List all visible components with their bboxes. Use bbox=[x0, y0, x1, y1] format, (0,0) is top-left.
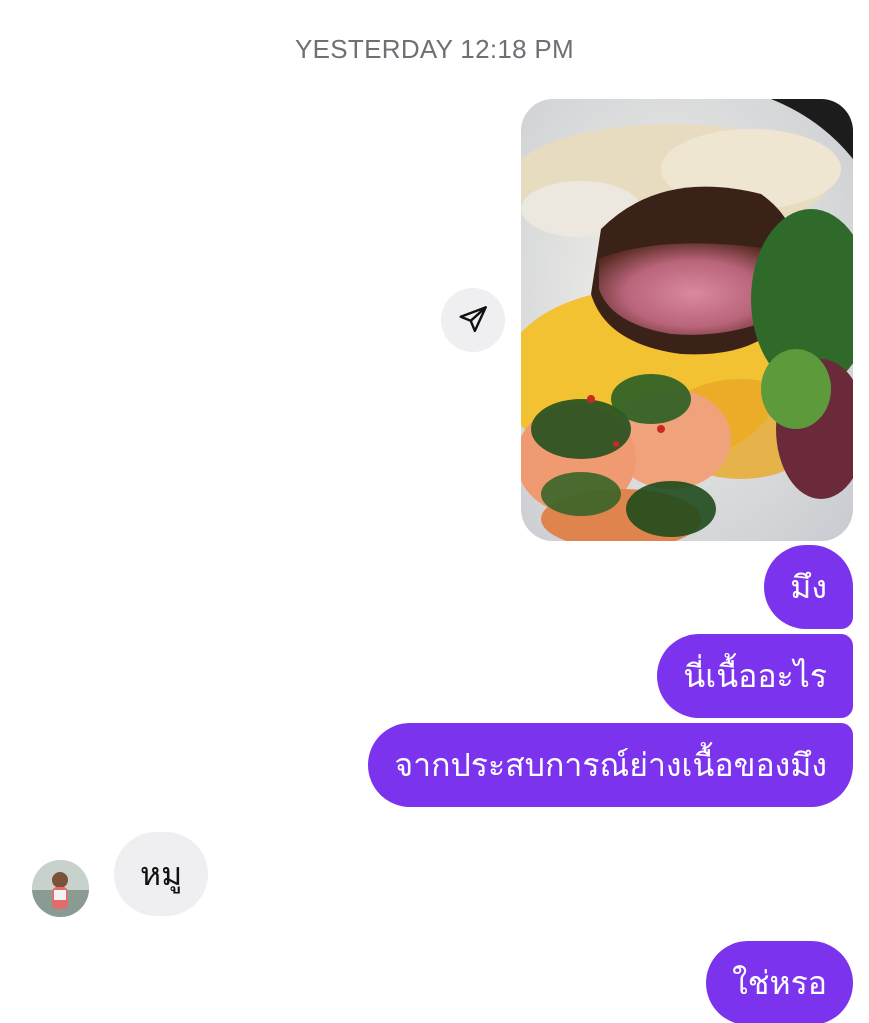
food-photo-image bbox=[521, 99, 853, 541]
avatar-icon bbox=[32, 860, 89, 917]
message-timestamp: YESTERDAY 12:18 PM bbox=[295, 34, 574, 64]
user-avatar[interactable] bbox=[32, 860, 89, 917]
share-photo-button[interactable] bbox=[441, 288, 505, 352]
send-paper-plane-icon bbox=[459, 306, 487, 333]
incoming-message[interactable]: หมู bbox=[114, 832, 209, 916]
outgoing-message[interactable]: ใช่หรอ bbox=[706, 941, 853, 1023]
sent-food-photo[interactable] bbox=[521, 99, 853, 541]
chat-screen: YESTERDAY 12:18 PM มึง นี่เนื้ออะไร จากป… bbox=[0, 0, 869, 1023]
outgoing-message[interactable]: จากประสบการณ์ย่างเนื้อของมึง bbox=[368, 723, 853, 807]
outgoing-message[interactable]: นี่เนื้ออะไร bbox=[657, 634, 853, 718]
outgoing-message[interactable]: มึง bbox=[764, 545, 853, 629]
